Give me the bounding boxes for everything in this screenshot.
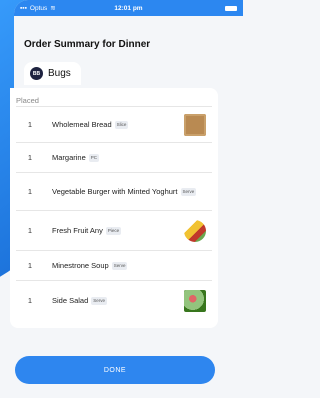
- tab-label: Bugs: [48, 68, 71, 79]
- status-time: 12:01 pm: [114, 4, 143, 12]
- item-name: Minestrone Soup Serve: [52, 260, 128, 270]
- item-qty: 1: [27, 226, 33, 235]
- section-label: Placed: [16, 96, 39, 105]
- salad-icon: [184, 289, 206, 312]
- carrier-name: Optus: [29, 4, 48, 12]
- unit-badge: Serve: [111, 262, 128, 270]
- item-qty: 1: [27, 120, 33, 129]
- unit-badge: Serve: [180, 188, 197, 196]
- unit-badge: PC: [88, 154, 100, 162]
- item-name: Side Salad Serve: [52, 295, 108, 305]
- carrier-group: ▪▪▪ Optus ≋: [20, 4, 56, 13]
- item-name: Margarine PC: [52, 152, 100, 162]
- signal-icon: ▪▪▪: [20, 4, 27, 12]
- tab-bugs[interactable]: BB Bugs: [24, 62, 81, 85]
- order-row: 1 Minestrone Soup Serve: [16, 250, 212, 280]
- wifi-icon: ≋: [50, 5, 56, 12]
- item-qty: 1: [27, 153, 33, 162]
- order-row: 1 Fresh Fruit Any Piece: [16, 210, 212, 250]
- status-bar: ▪▪▪ Optus ≋ 12:01 pm: [14, 0, 243, 16]
- unit-badge: Piece: [105, 227, 122, 235]
- order-card: Placed 1 Wholemeal Bread Slice 1 Margarin…: [10, 88, 218, 328]
- item-name: Fresh Fruit Any Piece: [52, 225, 122, 235]
- order-row: 1 Margarine PC: [16, 142, 212, 172]
- bread-icon: [184, 113, 206, 136]
- fruit-icon: [184, 219, 206, 242]
- done-button[interactable]: DONE: [15, 356, 215, 384]
- item-qty: 1: [27, 296, 33, 305]
- avatar: BB: [30, 67, 43, 80]
- battery-icon: [225, 5, 237, 11]
- unit-badge: Slice: [114, 121, 129, 129]
- item-qty: 1: [27, 187, 33, 196]
- unit-badge: Serve: [91, 297, 108, 305]
- page-title: Order Summary for Dinner: [24, 39, 151, 50]
- item-name: Vegetable Burger with Minted Yoghurt Serv…: [52, 186, 197, 196]
- item-qty: 1: [27, 261, 33, 270]
- tab-bar: BB Bugs: [24, 62, 243, 85]
- item-name: Wholemeal Bread Slice: [52, 119, 129, 129]
- order-row: 1 Wholemeal Bread Slice: [16, 106, 212, 142]
- order-row: 1 Vegetable Burger with Minted Yoghurt Se…: [16, 172, 212, 210]
- order-row: 1 Side Salad Serve: [16, 280, 212, 320]
